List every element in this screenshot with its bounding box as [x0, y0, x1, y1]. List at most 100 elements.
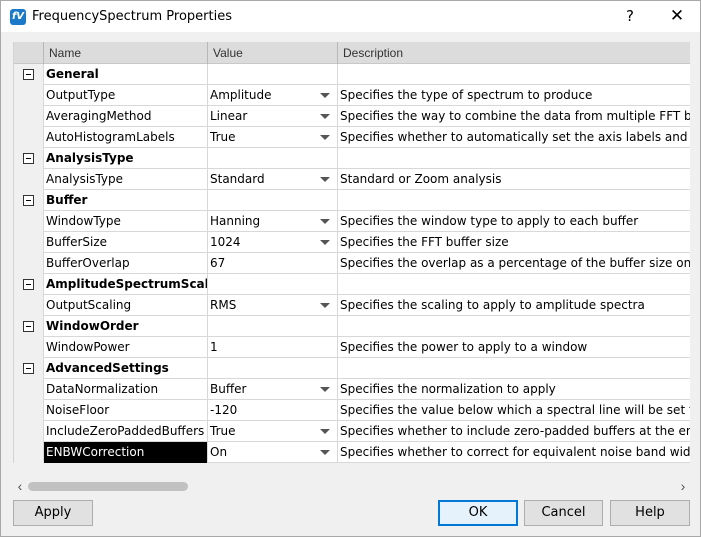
property-value[interactable]: On	[208, 442, 338, 463]
property-value[interactable]: 67	[208, 253, 338, 274]
property-value[interactable]: -120	[208, 400, 338, 421]
horizontal-scrollbar[interactable]: ‹ ›	[13, 478, 690, 495]
property-name[interactable]: OutputScaling	[44, 295, 208, 316]
category-label[interactable]: Buffer	[44, 190, 208, 211]
column-header-value[interactable]: Value	[208, 42, 338, 64]
property-row[interactable]: AveragingMethod Linear Specifies the way t…	[14, 106, 690, 127]
column-header-description[interactable]: Description	[338, 42, 690, 64]
help-icon[interactable]: ?	[607, 1, 653, 32]
property-row[interactable]: WindowPower 1 Specifies the power to apply…	[14, 337, 690, 358]
property-value[interactable]: Amplitude	[208, 85, 338, 106]
collapse-icon[interactable]	[23, 69, 34, 80]
row-gutter	[14, 379, 44, 400]
category-row[interactable]: AnalysisType	[14, 148, 690, 169]
dropdown-arrow-icon[interactable]	[320, 177, 330, 182]
property-row[interactable]: BufferOverlap 67 Specifies the overlap as …	[14, 253, 690, 274]
close-icon[interactable]: ✕	[654, 1, 700, 32]
property-description: Specifies the value below which a spectr…	[340, 403, 690, 417]
dropdown-arrow-icon[interactable]	[320, 93, 330, 98]
property-row[interactable]: WindowType Hanning Specifies the window ty…	[14, 211, 690, 232]
row-gutter	[14, 358, 44, 379]
property-value	[208, 316, 338, 337]
property-value[interactable]: True	[208, 421, 338, 442]
category-row[interactable]: AdvancedSettings	[14, 358, 690, 379]
property-value[interactable]: True	[208, 127, 338, 148]
column-header-name[interactable]: Name	[44, 42, 208, 64]
scrollbar-thumb[interactable]	[28, 482, 188, 491]
category-row[interactable]: General	[14, 64, 690, 85]
category-row[interactable]: Buffer	[14, 190, 690, 211]
row-gutter	[14, 295, 44, 316]
property-value[interactable]: RMS	[208, 295, 338, 316]
apply-button[interactable]: Apply	[13, 500, 93, 526]
row-gutter	[14, 211, 44, 232]
category-label[interactable]: AnalysisType	[44, 148, 208, 169]
property-name[interactable]: BufferOverlap	[44, 253, 208, 274]
property-name[interactable]: DataNormalization	[44, 379, 208, 400]
property-name[interactable]: IncludeZeroPaddedBuffers	[44, 421, 208, 442]
collapse-icon[interactable]	[23, 363, 34, 374]
property-row[interactable]: AnalysisType Standard Standard or Zoom ana…	[14, 169, 690, 190]
dropdown-arrow-icon[interactable]	[320, 387, 330, 392]
property-row[interactable]: ENBWCorrection On Specifies whether to cor…	[14, 442, 690, 463]
properties-dialog: fV FrequencySpectrum Properties ? ✕ Name…	[0, 0, 701, 537]
property-description: Standard or Zoom analysis	[340, 172, 502, 186]
dropdown-arrow-icon[interactable]	[320, 303, 330, 308]
property-name[interactable]: ENBWCorrection	[44, 442, 208, 463]
property-name[interactable]: WindowPower	[44, 337, 208, 358]
property-value[interactable]: Linear	[208, 106, 338, 127]
category-label[interactable]: WindowOrder	[44, 316, 208, 337]
property-value[interactable]: Hanning	[208, 211, 338, 232]
collapse-icon[interactable]	[23, 321, 34, 332]
category-label[interactable]: AmplitudeSpectrumScaling	[44, 274, 208, 295]
category-row[interactable]: AmplitudeSpectrumScaling	[14, 274, 690, 295]
row-gutter	[14, 127, 44, 148]
property-row[interactable]: AutoHistogramLabels True Specifies whether…	[14, 127, 690, 148]
property-row[interactable]: OutputType Amplitude Specifies the type of…	[14, 85, 690, 106]
scroll-right-icon[interactable]: ›	[676, 479, 690, 494]
dropdown-arrow-icon[interactable]	[320, 219, 330, 224]
property-name[interactable]: NoiseFloor	[44, 400, 208, 421]
property-name[interactable]: BufferSize	[44, 232, 208, 253]
property-row[interactable]: OutputScaling RMS Specifies the scaling to…	[14, 295, 690, 316]
category-label[interactable]: AdvancedSettings	[44, 358, 208, 379]
property-name[interactable]: AutoHistogramLabels	[44, 127, 208, 148]
property-row[interactable]: IncludeZeroPaddedBuffers True Specifies wh…	[14, 421, 690, 442]
property-name[interactable]: WindowType	[44, 211, 208, 232]
dropdown-arrow-icon[interactable]	[320, 240, 330, 245]
collapse-icon[interactable]	[23, 153, 34, 164]
property-value[interactable]: 1024	[208, 232, 338, 253]
collapse-icon[interactable]	[23, 279, 34, 290]
property-name[interactable]: AveragingMethod	[44, 106, 208, 127]
row-gutter	[14, 64, 44, 85]
cancel-button[interactable]: Cancel	[524, 500, 603, 526]
category-row[interactable]: WindowOrder	[14, 316, 690, 337]
row-gutter	[14, 190, 44, 211]
property-value[interactable]: Standard	[208, 169, 338, 190]
property-value	[208, 190, 338, 211]
scroll-left-icon[interactable]: ‹	[13, 479, 27, 494]
property-description	[338, 358, 690, 379]
property-row[interactable]: BufferSize 1024 Specifies the FFT buffer s…	[14, 232, 690, 253]
property-value[interactable]: Buffer	[208, 379, 338, 400]
dropdown-arrow-icon[interactable]	[320, 135, 330, 140]
dropdown-arrow-icon[interactable]	[320, 450, 330, 455]
ok-button[interactable]: OK	[438, 500, 518, 526]
property-name[interactable]: OutputType	[44, 85, 208, 106]
property-description	[338, 316, 690, 337]
collapse-icon[interactable]	[23, 195, 34, 206]
grid-header: Name Value Description	[14, 42, 690, 64]
property-name[interactable]: AnalysisType	[44, 169, 208, 190]
property-value[interactable]: 1	[208, 337, 338, 358]
header-corner	[14, 42, 44, 64]
property-row[interactable]: DataNormalization Buffer Specifies the nor…	[14, 379, 690, 400]
property-grid: Name Value Description General OutputType…	[13, 42, 690, 463]
help-button[interactable]: Help	[610, 500, 690, 526]
category-label[interactable]: General	[44, 64, 208, 85]
property-value	[208, 64, 338, 85]
property-description	[338, 64, 690, 85]
property-row[interactable]: NoiseFloor -120 Specifies the value below …	[14, 400, 690, 421]
property-value	[208, 358, 338, 379]
dropdown-arrow-icon[interactable]	[320, 429, 330, 434]
dropdown-arrow-icon[interactable]	[320, 114, 330, 119]
